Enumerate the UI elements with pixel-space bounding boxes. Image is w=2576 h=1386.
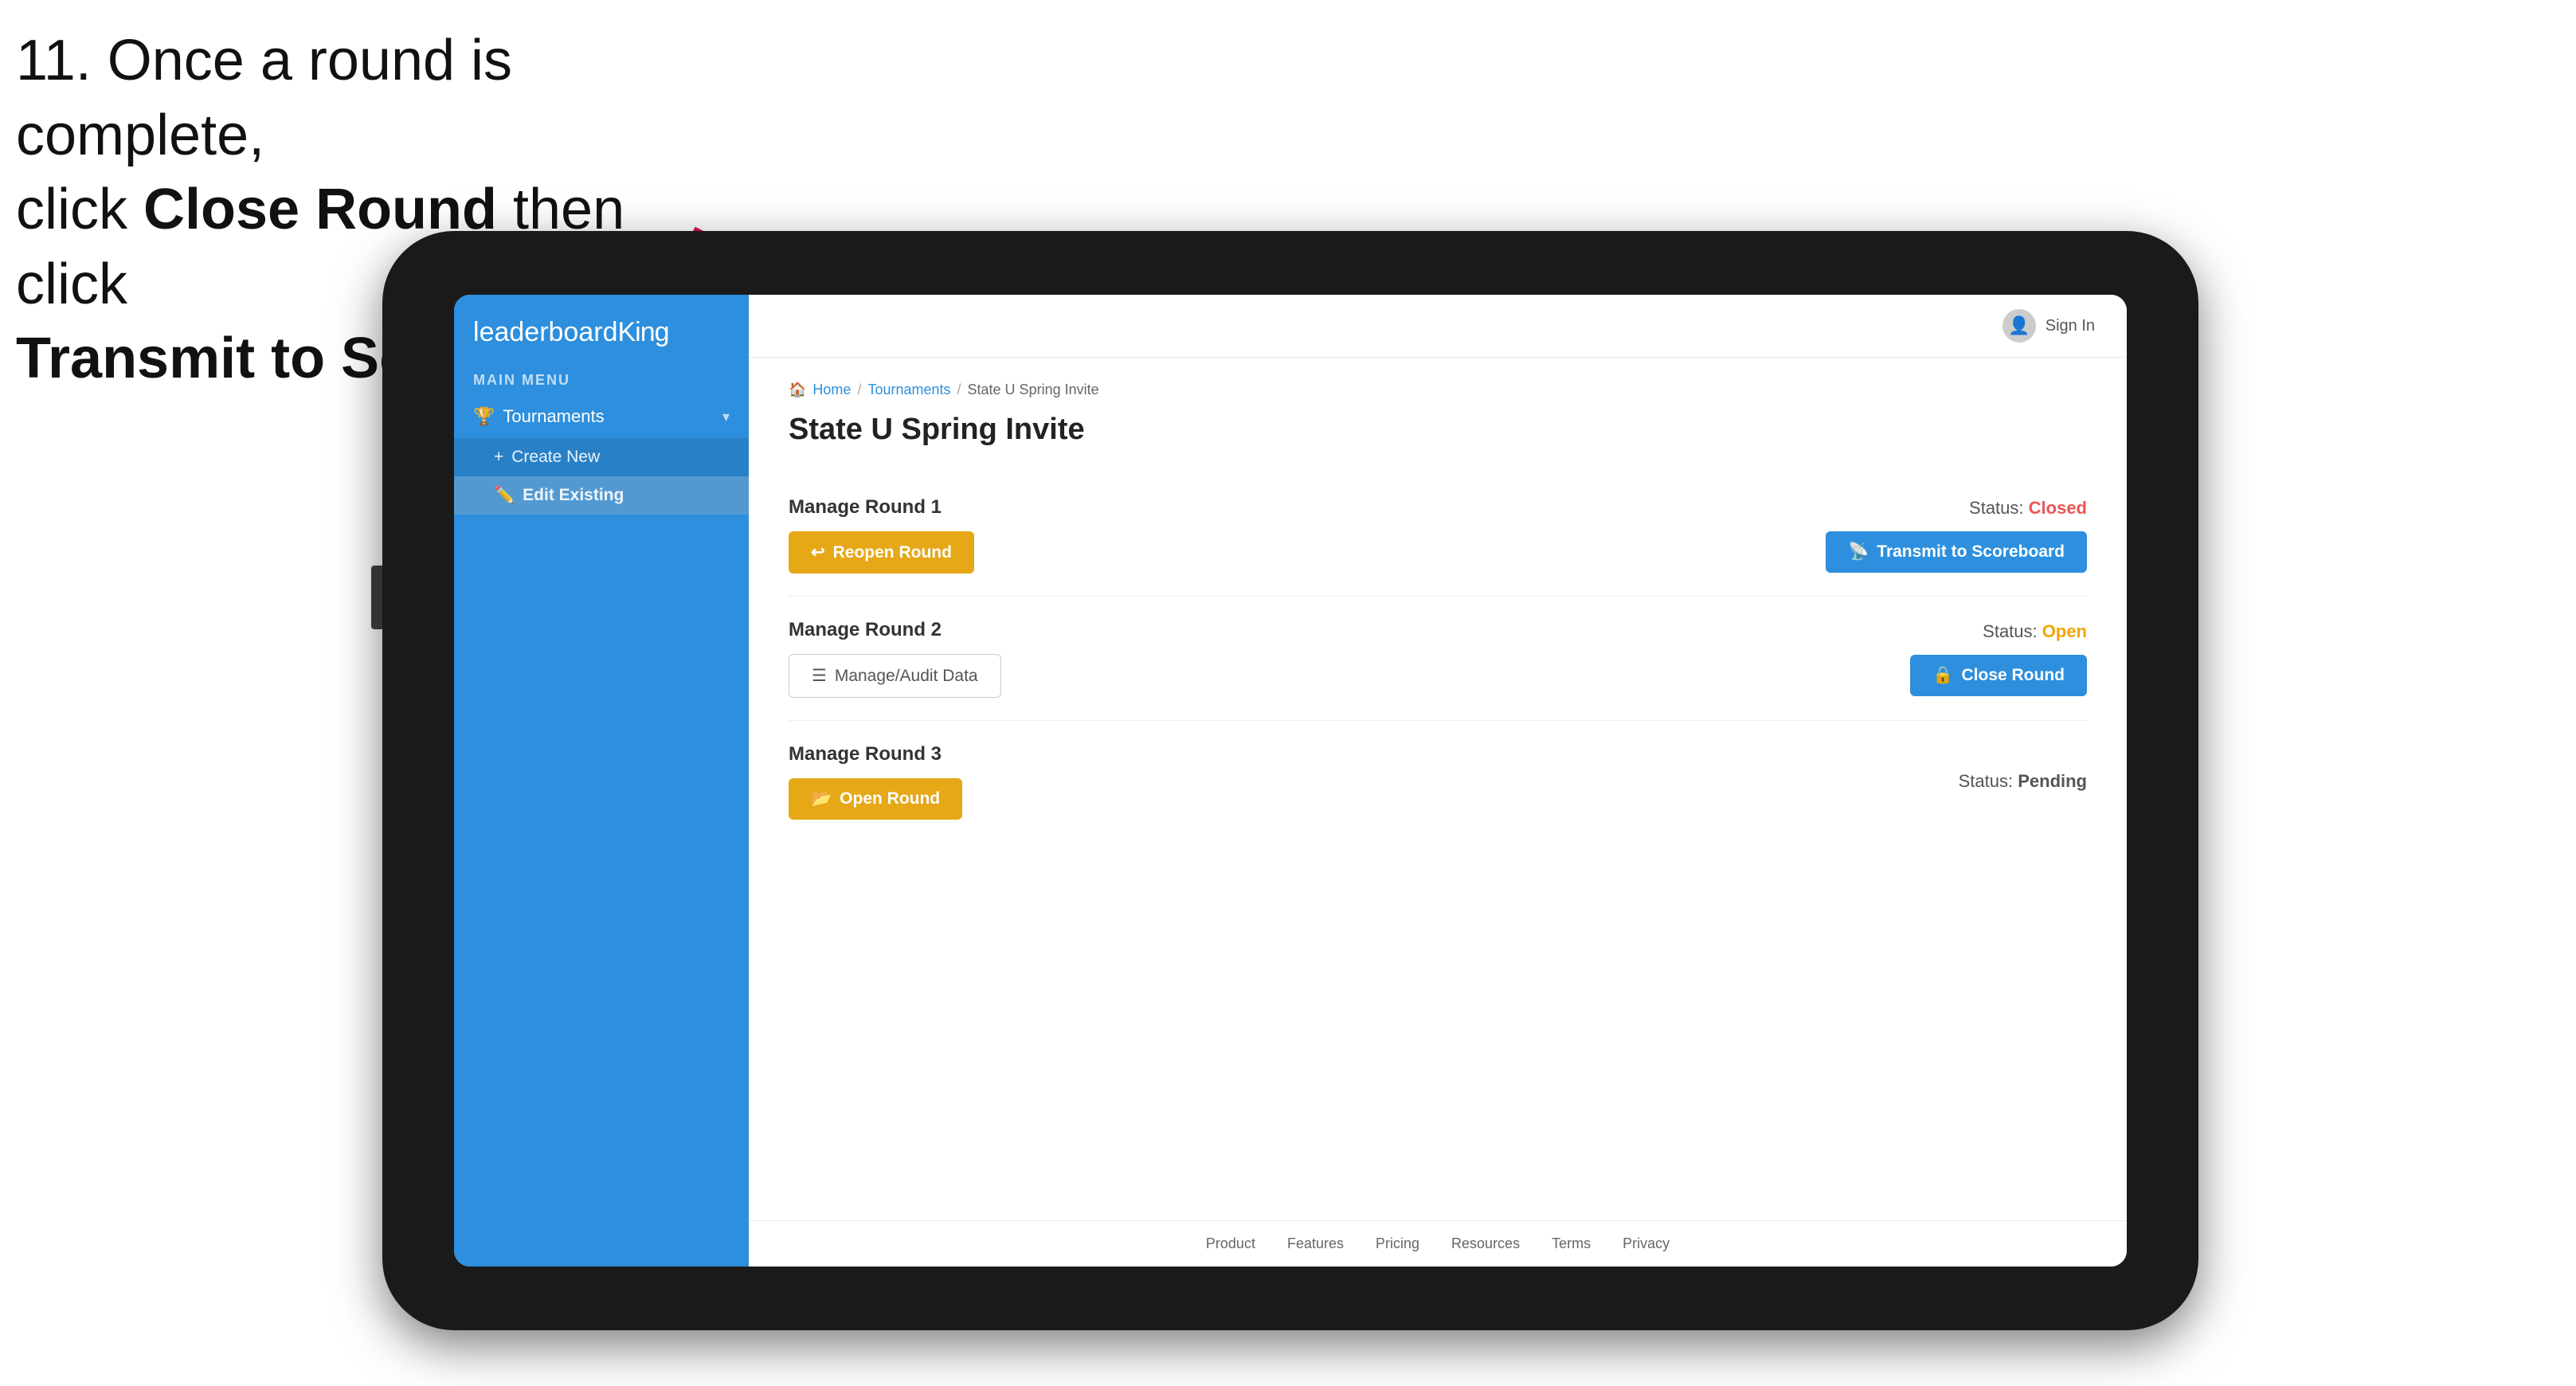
create-new-label: Create New — [511, 448, 600, 467]
reopen-round-button[interactable]: ↩ Reopen Round — [789, 531, 974, 574]
manage-audit-data-button[interactable]: ☰ Manage/Audit Data — [789, 654, 1001, 698]
round-3-card: Manage Round 3 📂 Open Round Status: — [789, 721, 2087, 842]
round-1-status-label: Status: — [1969, 498, 2023, 518]
round-1-status-value: Closed — [2029, 498, 2087, 518]
tablet-frame: l eaderboard King MAIN MENU 🏆 Tournament… — [382, 231, 2198, 1330]
open-icon: 📂 — [811, 789, 832, 808]
footer-pricing[interactable]: Pricing — [1376, 1235, 1419, 1252]
round-2-actions: ☰ Manage/Audit Data — [789, 654, 1001, 698]
logo-king: King — [617, 317, 668, 348]
breadcrumb-sep2: / — [957, 382, 961, 398]
user-avatar: 👤 — [2002, 309, 2036, 343]
sidebar-item-create-new[interactable]: + Create New — [454, 438, 749, 476]
plus-icon: + — [494, 448, 503, 467]
round-1-card: Manage Round 1 ↩ Reopen Round Status: — [789, 474, 2087, 597]
logo-bracket: l — [473, 317, 480, 348]
sidebar: l eaderboard King MAIN MENU 🏆 Tournament… — [454, 295, 749, 1267]
round-1-status: Status: Closed — [1969, 498, 2087, 519]
round-1-status-area: Status: Closed 📡 Transmit to Scoreboard — [1826, 498, 2087, 573]
sidebar-tournaments-label: Tournaments — [503, 406, 714, 427]
content-area: 🏠 Home / Tournaments / State U Spring In… — [749, 358, 2127, 1220]
footer-product[interactable]: Product — [1206, 1235, 1255, 1252]
open-round-button[interactable]: 📂 Open Round — [789, 778, 962, 820]
open-round-label: Open Round — [840, 789, 940, 808]
manage-audit-label: Manage/Audit Data — [835, 667, 978, 686]
round-2-status-label: Status: — [1983, 621, 2037, 641]
sign-in-area[interactable]: 👤 Sign In — [2002, 309, 2095, 343]
round-3-status: Status: Pending — [1959, 771, 2087, 792]
footer-features[interactable]: Features — [1287, 1235, 1344, 1252]
round-3-status-area: Status: Pending — [1832, 771, 2087, 792]
transmit-to-scoreboard-button[interactable]: 📡 Transmit to Scoreboard — [1826, 531, 2087, 573]
audit-icon: ☰ — [812, 666, 827, 686]
round-2-status-value: Open — [2042, 621, 2087, 641]
tablet-screen: l eaderboard King MAIN MENU 🏆 Tournament… — [454, 295, 2127, 1267]
breadcrumb: 🏠 Home / Tournaments / State U Spring In… — [789, 382, 2087, 398]
lock-icon: 🔒 — [1932, 666, 1953, 685]
round-2-title: Manage Round 2 — [789, 619, 1001, 641]
footer-terms[interactable]: Terms — [1552, 1235, 1591, 1252]
round-2-status-area: Status: Open 🔒 Close Round — [1832, 621, 2087, 696]
breadcrumb-sep1: / — [857, 382, 861, 398]
round-1-actions: ↩ Reopen Round — [789, 531, 974, 574]
top-bar: 👤 Sign In — [749, 295, 2127, 358]
footer-privacy[interactable]: Privacy — [1623, 1235, 1670, 1252]
round-3-actions: 📂 Open Round — [789, 778, 962, 820]
round-2-card: Manage Round 2 ☰ Manage/Audit Data Statu… — [789, 597, 2087, 721]
instruction-line1: 11. Once a round is complete, — [16, 29, 512, 167]
reopen-icon: ↩ — [811, 542, 825, 562]
logo-area: l eaderboard King — [454, 295, 749, 364]
footer: Product Features Pricing Resources Terms… — [749, 1220, 2127, 1267]
round-3-status-value: Pending — [2018, 771, 2087, 791]
instruction-line2-prefix: click — [16, 178, 143, 241]
round-3-status-label: Status: — [1959, 771, 2013, 791]
edit-icon: ✏️ — [494, 486, 515, 505]
round-1-info: Manage Round 1 ↩ Reopen Round — [789, 496, 974, 574]
page-title: State U Spring Invite — [789, 413, 2087, 447]
sidebar-item-edit-existing[interactable]: ✏️ Edit Existing — [454, 476, 749, 515]
breadcrumb-tournaments[interactable]: Tournaments — [867, 382, 950, 398]
chevron-down-icon: ▾ — [722, 409, 730, 425]
sidebar-item-tournaments[interactable]: 🏆 Tournaments ▾ — [454, 395, 749, 438]
transmit-icon: 📡 — [1848, 542, 1869, 562]
breadcrumb-home[interactable]: Home — [812, 382, 851, 398]
tablet-side-button — [371, 566, 382, 629]
logo-text-leaderboard: eaderboard — [480, 317, 618, 348]
user-icon: 👤 — [2008, 315, 2030, 336]
trophy-icon: 🏆 — [473, 406, 495, 427]
round-1-title: Manage Round 1 — [789, 496, 974, 519]
transmit-scoreboard-label: Transmit to Scoreboard — [1877, 542, 2065, 562]
main-content: 👤 Sign In 🏠 Home / Tournaments / State — [749, 295, 2127, 1267]
home-icon: 🏠 — [789, 382, 806, 398]
sidebar-submenu-tournaments: + Create New ✏️ Edit Existing — [454, 438, 749, 515]
round-2-info: Manage Round 2 ☰ Manage/Audit Data — [789, 619, 1001, 698]
main-menu-label: MAIN MENU — [454, 364, 749, 395]
breadcrumb-current: State U Spring Invite — [968, 382, 1099, 398]
sign-in-label: Sign In — [2046, 317, 2095, 335]
app-layout: l eaderboard King MAIN MENU 🏆 Tournament… — [454, 295, 2127, 1267]
round-2-status: Status: Open — [1983, 621, 2087, 642]
round-3-title: Manage Round 3 — [789, 743, 962, 765]
footer-resources[interactable]: Resources — [1451, 1235, 1520, 1252]
round-3-info: Manage Round 3 📂 Open Round — [789, 743, 962, 820]
edit-existing-label: Edit Existing — [523, 486, 624, 505]
logo: l eaderboard King — [473, 317, 730, 348]
close-round-label: Close Round — [1962, 666, 2065, 685]
reopen-round-label: Reopen Round — [833, 543, 952, 562]
close-round-button[interactable]: 🔒 Close Round — [1910, 655, 2087, 696]
